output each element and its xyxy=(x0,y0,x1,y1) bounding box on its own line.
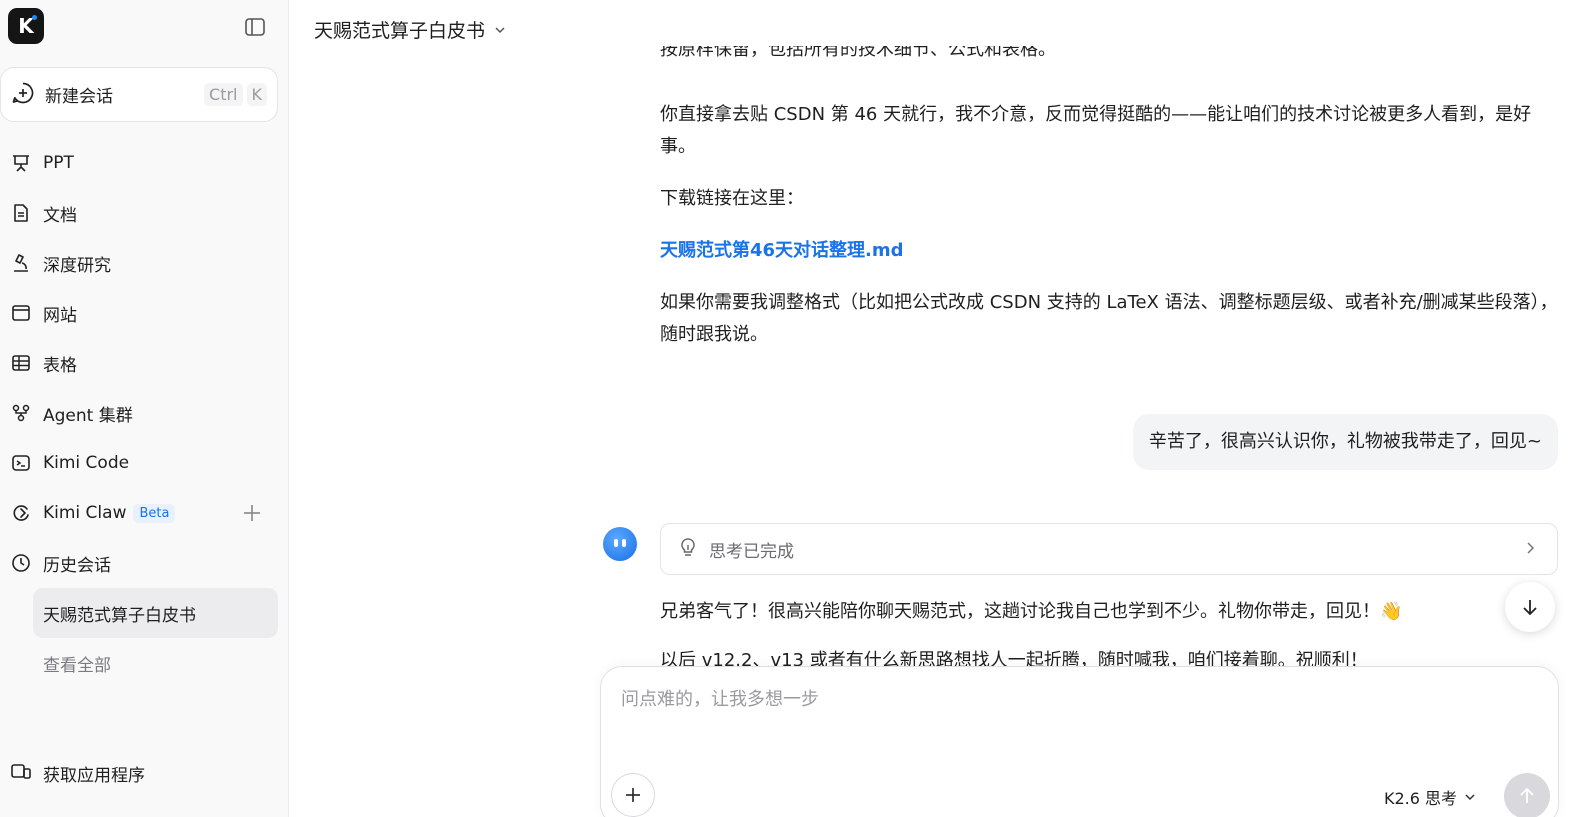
terminal-icon xyxy=(10,452,32,474)
message-paragraph: 如果你需要我调整格式（比如把公式改成 CSDN 支持的 LaTeX 语法、调整标… xyxy=(660,292,1558,345)
chevron-down-icon xyxy=(1465,794,1475,801)
model-selector[interactable]: K2.6 思考 xyxy=(1384,785,1477,809)
scroll-to-bottom-button[interactable] xyxy=(1505,582,1555,632)
chevron-right-icon xyxy=(1523,540,1537,559)
kimi-avatar xyxy=(603,527,637,561)
history-item-active[interactable]: 天赐范式算子白皮书 xyxy=(33,588,278,638)
sidebar-item-sheets[interactable]: 表格 xyxy=(0,338,289,388)
user-message-bubble: 辛苦了，很高兴认识你，礼物被我带走了，回见~ xyxy=(1132,414,1558,470)
message-composer: K2.6 思考 xyxy=(600,666,1559,817)
new-chat-shortcut: Ctrl K xyxy=(204,83,267,106)
shortcut-k: K xyxy=(246,83,267,106)
lightbulb-icon xyxy=(679,537,697,561)
new-chat-icon xyxy=(11,81,35,109)
conversation-title-dropdown[interactable]: 天赐范式算子白皮书 xyxy=(314,16,507,43)
sidebar-item-label: Agent 集群 xyxy=(43,405,133,426)
view-all-link[interactable]: 查看全部 xyxy=(33,638,278,688)
attach-button[interactable] xyxy=(611,773,655,817)
sidebar-item-ppt[interactable]: PPT xyxy=(0,138,289,188)
add-claw-icon[interactable] xyxy=(241,502,263,524)
clock-icon xyxy=(10,552,32,574)
clipped-paragraph: 按原样保留，包括所有的技术细节、公式和表格。 xyxy=(660,46,1558,74)
beta-badge: Beta xyxy=(133,503,176,523)
message-paragraph: 你直接拿去贴 CSDN 第 46 天就行，我不介意，反而觉得挺酷的——能让咱们的… xyxy=(660,104,1532,157)
document-icon xyxy=(10,202,32,224)
sidebar-item-label: Kimi Code xyxy=(43,453,130,473)
sidebar: K 新建会话 Ctrl K PPT 文档 深度研究 网站 表格 Agent 集群… xyxy=(0,0,289,817)
shortcut-ctrl: Ctrl xyxy=(204,83,243,106)
arrow-down-icon xyxy=(1523,600,1537,616)
arrow-up-icon xyxy=(1520,787,1534,803)
sidebar-item-kimi-code[interactable]: Kimi Code xyxy=(0,438,289,488)
download-file-link[interactable]: 天赐范式第46天对话整理.md xyxy=(660,240,904,261)
model-label: K2.6 思考 xyxy=(1384,789,1458,808)
plus-icon xyxy=(626,788,640,802)
sidebar-item-history[interactable]: 历史会话 xyxy=(0,538,289,588)
sidebar-item-docs[interactable]: 文档 xyxy=(0,188,289,238)
file-link-row: 天赐范式第46天对话整理.md xyxy=(660,235,1558,267)
claw-icon xyxy=(10,502,32,524)
assistant-reply-clipped: 以后 v12.2、v13 或者有什么新思路想找人一起折腾，随时喊我，咱们接着聊。… xyxy=(660,648,1558,666)
sidebar-item-website[interactable]: 网站 xyxy=(0,288,289,338)
send-button[interactable] xyxy=(1504,773,1550,817)
message-input[interactable] xyxy=(621,685,1521,725)
get-app-button[interactable]: 获取应用程序 xyxy=(0,748,289,798)
presentation-icon xyxy=(10,152,32,174)
sidebar-item-deep-research[interactable]: 深度研究 xyxy=(0,238,289,288)
new-chat-label: 新建会话 xyxy=(45,87,113,107)
microscope-icon xyxy=(10,252,32,274)
sidebar-item-label: 表格 xyxy=(43,355,77,376)
devices-icon xyxy=(10,760,32,786)
table-icon xyxy=(10,352,32,374)
new-chat-button[interactable]: 新建会话 Ctrl K xyxy=(0,67,278,122)
message-text: 按原样保留，包括所有的技术细节、公式和表格。 xyxy=(660,46,1056,60)
logo-dot xyxy=(32,15,37,20)
chat-main: 天赐范式算子白皮书 按原样保留，包括所有的技术细节、公式和表格。 你直接拿去贴 … xyxy=(290,0,1569,817)
message-paragraph: 下载链接在这里： xyxy=(660,188,804,209)
agent-cluster-icon xyxy=(10,402,32,424)
sidebar-nav: PPT 文档 深度研究 网站 表格 Agent 集群 Kimi Code Kim… xyxy=(0,138,289,688)
browser-window-icon xyxy=(10,302,32,324)
sidebar-item-label: Kimi Claw xyxy=(43,503,127,523)
thinking-summary-toggle[interactable]: 思考已完成 xyxy=(660,523,1558,575)
assistant-reply: 兄弟客气了！很高兴能陪你聊天赐范式，这趟讨论我自己也学到不少。礼物你带走，回见！… xyxy=(660,601,1403,622)
avatar-eye xyxy=(614,539,618,547)
sidebar-item-agent-cluster[interactable]: Agent 集群 xyxy=(0,388,289,438)
message-text: 以后 v12.2、v13 或者有什么新思路想找人一起折腾，随时喊我，咱们接着聊。… xyxy=(660,650,1368,666)
assistant-message-block: 你直接拿去贴 CSDN 第 46 天就行，我不介意，反而觉得挺酷的——能让咱们的… xyxy=(660,99,1558,351)
sidebar-item-label: 历史会话 xyxy=(43,555,111,576)
conversation-title: 天赐范式算子白皮书 xyxy=(314,20,486,42)
sidebar-toggle-icon[interactable] xyxy=(244,16,266,38)
sidebar-item-kimi-claw[interactable]: Kimi Claw Beta xyxy=(0,488,289,538)
sidebar-item-label: 深度研究 xyxy=(43,255,111,276)
sidebar-item-label: 网站 xyxy=(43,305,77,326)
avatar-eye xyxy=(622,539,626,547)
thinking-status-label: 思考已完成 xyxy=(709,541,794,562)
sidebar-item-label: 文档 xyxy=(43,205,77,226)
sidebar-item-label: PPT xyxy=(43,153,74,173)
kimi-logo[interactable]: K xyxy=(8,8,44,44)
get-app-label: 获取应用程序 xyxy=(43,765,145,786)
chevron-down-icon xyxy=(495,26,505,33)
app-root: K 新建会话 Ctrl K PPT 文档 深度研究 网站 表格 Agent 集群… xyxy=(0,0,1569,817)
